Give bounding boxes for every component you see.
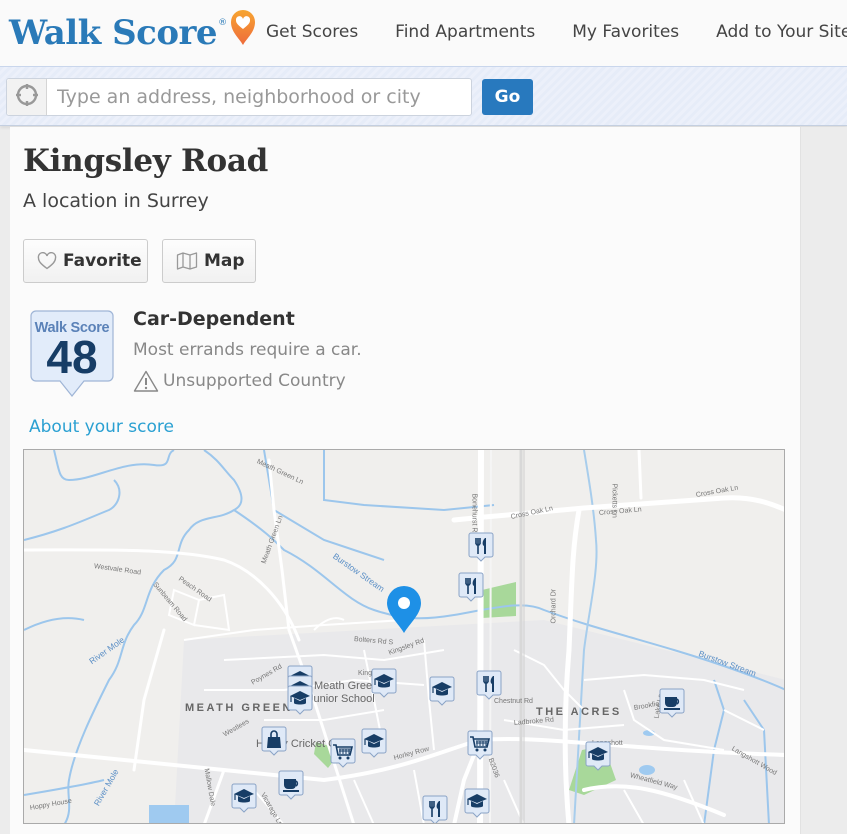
map-button[interactable]: Map [162, 239, 256, 283]
unsupported-country-notice: Unsupported Country [133, 370, 346, 392]
map-label: Map [204, 251, 245, 271]
site-header: Walk Score ® Get Scores Find Apartments … [0, 0, 847, 66]
neighborhood-map[interactable]: Meath Green Ln Westvale Road Peach Road … [23, 449, 785, 824]
address-search-input[interactable] [47, 79, 471, 115]
nav-add-to-your-site[interactable]: Add to Your Site [716, 22, 847, 42]
search-bar: Go [0, 66, 847, 126]
nav-get-scores[interactable]: Get Scores [266, 22, 358, 42]
location-panel: Kingsley Road A location in Surrey Favor… [10, 127, 800, 834]
go-button[interactable]: Go [482, 79, 533, 115]
score-description: Most errands require a car. [133, 340, 362, 360]
graduation-cap-icon[interactable] [371, 668, 397, 698]
street-label: Picketts Ln [610, 483, 618, 518]
nav-my-favorites[interactable]: My Favorites [572, 22, 679, 42]
map-base-layer [24, 450, 784, 823]
heart-pin-icon [229, 8, 257, 50]
shopping-bag-icon[interactable] [261, 726, 287, 756]
nav-find-apartments[interactable]: Find Apartments [395, 22, 535, 42]
logo-text: Walk Score [9, 13, 218, 53]
fork-knife-icon[interactable] [468, 532, 494, 562]
graduation-cap-icon[interactable] [464, 788, 490, 818]
main-nav: Get Scores Find Apartments My Favorites … [266, 22, 847, 42]
warning-icon [133, 370, 159, 392]
fork-knife-icon[interactable] [458, 572, 484, 602]
warning-text: Unsupported Country [163, 371, 346, 391]
favorite-button[interactable]: Favorite [23, 239, 148, 283]
street-label: Bonehurst Rd [470, 493, 478, 537]
coffee-cup-icon[interactable] [659, 688, 685, 718]
poi-label: Junior School [308, 693, 375, 705]
right-gutter [800, 127, 847, 834]
area-label: MEATH GREEN [185, 702, 293, 714]
coffee-cup-icon[interactable] [278, 770, 304, 800]
graduation-cap-icon[interactable] [287, 685, 313, 715]
location-subtitle: A location in Surrey [23, 190, 209, 212]
favorite-label: Favorite [63, 251, 142, 271]
fork-knife-icon[interactable] [476, 670, 502, 700]
poi-label: Meath Green [314, 680, 379, 692]
about-your-score-link[interactable]: About your score [29, 417, 174, 437]
street-label: Orchard Dr [550, 588, 558, 624]
fork-knife-icon[interactable] [422, 795, 448, 823]
shopping-cart-icon[interactable] [467, 730, 493, 760]
park-area [482, 582, 516, 618]
search-box [6, 78, 472, 116]
walk-score-logo[interactable]: Walk Score ® [9, 8, 257, 56]
registered-mark: ® [218, 18, 228, 28]
page-title: Kingsley Road [23, 143, 268, 179]
locate-button[interactable] [7, 79, 47, 115]
heart-outline-icon [37, 252, 57, 270]
shopping-cart-icon[interactable] [330, 738, 356, 768]
score-category: Car-Dependent [133, 308, 295, 330]
map-icon [176, 251, 198, 271]
walk-score-value: 48 [46, 331, 98, 383]
graduation-cap-icon[interactable] [361, 728, 387, 758]
walk-score-badge: Walk Score 48 [30, 310, 114, 400]
crosshair-icon [15, 83, 39, 111]
graduation-cap-icon[interactable] [585, 741, 611, 771]
graduation-cap-icon[interactable] [429, 676, 455, 706]
graduation-cap-icon[interactable] [231, 783, 257, 813]
